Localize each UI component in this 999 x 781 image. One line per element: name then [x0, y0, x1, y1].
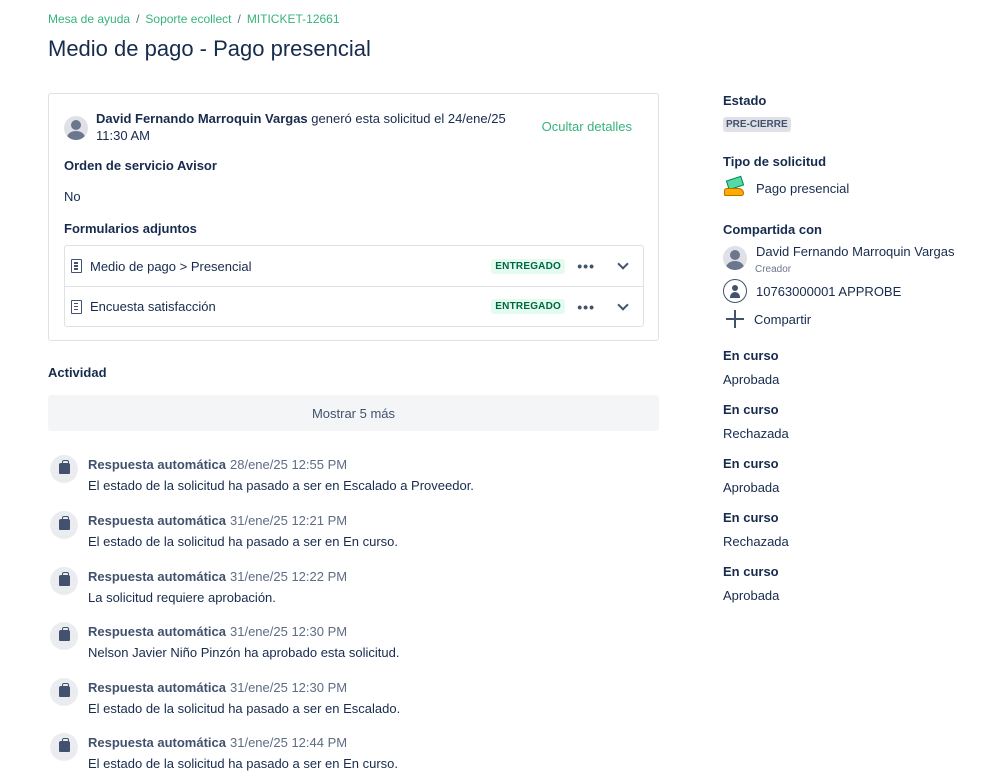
activity-date: 31/ene/25 12:30 PM: [230, 624, 348, 639]
shared-with-label: Compartida con: [723, 222, 822, 237]
breadcrumb-help-desk-link[interactable]: Mesa de ayuda: [48, 12, 130, 26]
request-type: Pago presencial: [723, 175, 850, 199]
activity-date: 31/ene/25 12:30 PM: [230, 680, 348, 695]
activity-item: Respuesta automática 31/ene/25 12:22 PM L…: [50, 567, 650, 613]
request-header: David Fernando Marroquin Vargas generó e…: [64, 110, 534, 144]
breadcrumb-ticket-link[interactable]: MITICKET-12661: [247, 12, 340, 26]
activity-item: Respuesta automática 31/ene/25 12:21 PM E…: [50, 511, 650, 557]
activity-author: Respuesta automática 31/ene/25 12:44 PM: [88, 735, 348, 750]
activity-title: Actividad: [48, 365, 107, 380]
approval-label: En curso: [723, 402, 779, 417]
approval-value: Aprobada: [723, 480, 780, 495]
breadcrumb-project-link[interactable]: Soporte ecollect: [145, 12, 231, 26]
show-more-button[interactable]: Mostrar 5 más: [48, 395, 659, 431]
breadcrumb-separator: /: [237, 12, 241, 26]
activity-item: Respuesta automática 28/ene/25 12:55 PM E…: [50, 455, 650, 501]
approval-label: En curso: [723, 564, 779, 579]
approval-value: Rechazada: [723, 534, 789, 549]
request-type-label: Tipo de solicitud: [723, 154, 827, 169]
activity-author: Respuesta automática 31/ene/25 12:21 PM: [88, 513, 348, 528]
plus-icon: [725, 309, 745, 329]
automation-bot-icon: [50, 455, 78, 483]
breadcrumb-separator: /: [136, 12, 140, 26]
request-details-card: David Fernando Marroquin Vargas generó e…: [48, 93, 659, 341]
automation-bot-icon: [50, 622, 78, 650]
request-type-value: Pago presencial: [756, 180, 850, 196]
activity-text: El estado de la solicitud ha pasado a se…: [88, 701, 401, 716]
form-status-badge: ENTREGADO: [491, 299, 565, 314]
more-actions-button[interactable]: •••: [577, 258, 595, 274]
user-avatar-icon: [64, 116, 88, 140]
document-icon: [71, 259, 82, 273]
activity-author: Respuesta automática 28/ene/25 12:55 PM: [88, 457, 348, 472]
user-avatar-icon: [723, 246, 747, 270]
shared-user-name: David Fernando Marroquin Vargas: [756, 244, 955, 259]
activity-text: El estado de la solicitud ha pasado a se…: [88, 478, 474, 493]
form-status-badge: ENTREGADO: [491, 258, 565, 274]
activity-date: 28/ene/25 12:55 PM: [230, 457, 348, 472]
activity-text: La solicitud requiere aprobación.: [88, 590, 276, 605]
share-button-label: Compartir: [754, 311, 812, 327]
activity-date: 31/ene/25 12:44 PM: [230, 735, 348, 750]
hide-details-link[interactable]: Ocultar detalles: [542, 119, 632, 134]
forms-label: Formularios adjuntos: [64, 221, 197, 236]
more-actions-button[interactable]: •••: [577, 299, 595, 315]
activity-text: Nelson Javier Niño Pinzón ha aprobado es…: [88, 645, 400, 660]
activity-author: Respuesta automática 31/ene/25 12:30 PM: [88, 680, 348, 695]
organization-icon: [723, 279, 747, 303]
approval-value: Rechazada: [723, 426, 789, 441]
automation-bot-icon: [50, 733, 78, 761]
activity-text: El estado de la solicitud ha pasado a se…: [88, 756, 399, 771]
status-label: Estado: [723, 93, 767, 108]
activity-author: Respuesta automática 31/ene/25 12:30 PM: [88, 624, 348, 639]
form-row[interactable]: Medio de pago > Presencial ENTREGADO •••: [65, 246, 643, 286]
field-label: Orden de servicio Avisor: [64, 158, 217, 173]
activity-item: Respuesta automática 31/ene/25 12:44 PM E…: [50, 733, 650, 779]
automation-bot-icon: [50, 511, 78, 539]
shared-organization: 10763000001 APPROBE: [723, 279, 901, 303]
request-summary: David Fernando Marroquin Vargas generó e…: [96, 110, 534, 144]
breadcrumb: Mesa de ayuda / Soporte ecollect / MITIC…: [48, 12, 340, 26]
attached-forms-list: Medio de pago > Presencial ENTREGADO •••…: [64, 245, 644, 327]
document-icon: [71, 299, 82, 314]
payment-cash-icon: [723, 175, 747, 199]
automation-bot-icon: [50, 678, 78, 706]
activity-date: 31/ene/25 12:22 PM: [230, 569, 348, 584]
approval-label: En curso: [723, 348, 779, 363]
share-button[interactable]: Compartir: [723, 309, 811, 329]
activity-author: Respuesta automática 31/ene/25 12:22 PM: [88, 569, 348, 584]
status-badge: PRE-CIERRE: [723, 117, 791, 132]
form-row[interactable]: Encuesta satisfacción ENTREGADO •••: [65, 286, 643, 326]
request-author[interactable]: David Fernando Marroquin Vargas: [96, 111, 308, 126]
page-title: Medio de pago - Pago presencial: [48, 36, 371, 61]
approval-label: En curso: [723, 456, 779, 471]
chevron-down-icon[interactable]: [617, 299, 629, 311]
approval-label: En curso: [723, 510, 779, 525]
chevron-down-icon[interactable]: [617, 258, 629, 270]
field-value: No: [64, 189, 81, 204]
form-name: Encuesta satisfacción: [90, 299, 216, 314]
approval-value: Aprobada: [723, 588, 780, 603]
shared-user-role: Creador: [755, 264, 792, 275]
activity-date: 31/ene/25 12:21 PM: [230, 513, 348, 528]
activity-item: Respuesta automática 31/ene/25 12:30 PM E…: [50, 678, 650, 724]
form-name: Medio de pago > Presencial: [90, 258, 252, 274]
activity-text: El estado de la solicitud ha pasado a se…: [88, 534, 399, 549]
automation-bot-icon: [50, 567, 78, 595]
activity-item: Respuesta automática 31/ene/25 12:30 PM N…: [50, 622, 650, 668]
shared-org-name: 10763000001 APPROBE: [756, 283, 902, 299]
approval-value: Aprobada: [723, 372, 780, 387]
